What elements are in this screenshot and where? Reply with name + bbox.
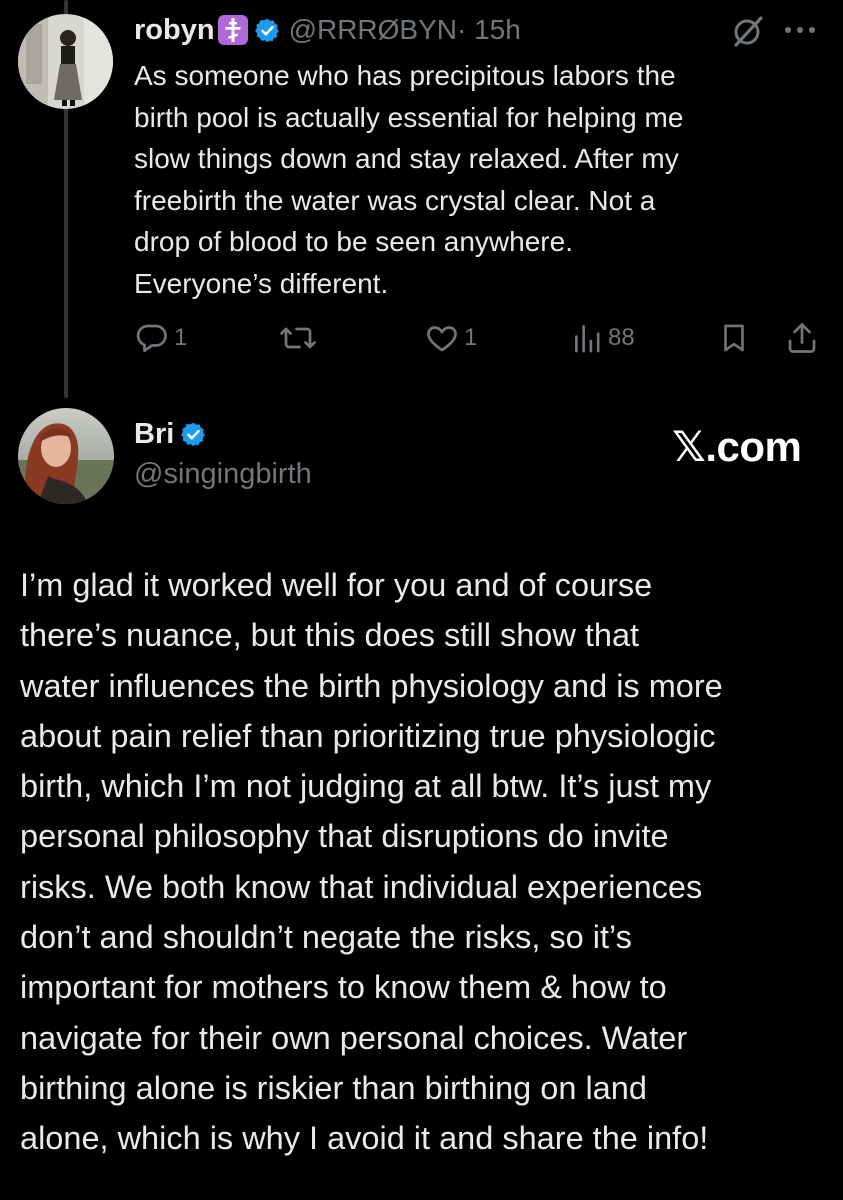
retweet-button[interactable] [278, 320, 322, 356]
reply-count: 1 [174, 324, 188, 351]
tweet-text-line: As someone who has precipitous labors th… [134, 60, 676, 91]
tweet-text-line: personal philosophy that disruptions do … [20, 818, 669, 855]
retweet-icon [278, 320, 318, 356]
tweet-text-line: birth pool is actually essential for hel… [134, 101, 684, 133]
tweet-text-line: freebirth the water was crystal clear. N… [134, 184, 656, 216]
tweet-text-line: there’s nuance, but this does still show… [20, 617, 640, 654]
grok-icon[interactable] [732, 15, 764, 47]
tweet-text-line: navigate for their own personal choices.… [20, 1019, 688, 1056]
x-com-watermark: 𝕏.com [672, 423, 802, 470]
verified-badge-icon [254, 17, 281, 44]
tweet-text-line: I’m glad it worked well for you and of c… [20, 567, 653, 603]
views-count: 88 [608, 324, 635, 351]
reply-button[interactable]: 1 [134, 320, 187, 356]
tweet-text-line: alone, which is why I avoid it and share… [20, 1120, 709, 1157]
author-handle[interactable]: @RRRØBYN [289, 14, 457, 46]
views-button[interactable]: 88 [572, 320, 635, 356]
tweet-text-line: drop of blood to be seen anywhere. [134, 226, 573, 257]
tweet-text: As someone who has precipitous labors th… [134, 55, 814, 304]
tweet-text: I’m glad it worked well for you and of c… [20, 560, 835, 1164]
author-name[interactable]: robyn [134, 14, 215, 47]
tweet-text-line: important for mothers to know them & how… [20, 969, 667, 1006]
tweet-text-line: birth, which I’m not judging at all btw.… [20, 768, 712, 805]
tweet-action-bar: 1 1 88 [0, 320, 843, 360]
like-button[interactable]: 1 [424, 320, 477, 356]
tweet-text-line: about pain relief than prioritizing true… [20, 717, 716, 754]
like-count: 1 [464, 324, 478, 351]
views-icon [572, 320, 604, 356]
orthodox-cross-emoji-icon [217, 15, 248, 45]
tweet-time[interactable]: · 15h [457, 14, 521, 46]
avatar[interactable] [18, 14, 113, 109]
share-button[interactable] [784, 320, 820, 356]
tweet-text-line: Everyone’s different. [134, 267, 389, 299]
tweet-text-line: birthing alone is riskier than birthing … [20, 1069, 647, 1106]
share-icon [784, 320, 820, 356]
avatar[interactable] [18, 408, 114, 504]
tweet-header: Bri [134, 418, 207, 451]
author-handle[interactable]: @singingbirth [134, 458, 312, 491]
bookmark-icon [717, 320, 751, 356]
tweet-text-line: slow things down and stay relaxed. After… [134, 143, 679, 174]
tweet-text-line: don’t and shouldn’t negate the risks, so… [20, 919, 632, 956]
reply-icon [134, 320, 170, 356]
verified-badge-icon [180, 421, 207, 448]
author-name[interactable]: Bri [134, 418, 174, 451]
more-dots-icon[interactable] [778, 22, 822, 38]
tweet-text-line: risks. We both know that individual expe… [20, 868, 703, 905]
tweet-header: robyn @RRRØBYN · 15h [134, 10, 521, 50]
bookmark-button[interactable] [717, 320, 751, 356]
tweet-text-line: water influences the birth physiology an… [20, 667, 723, 704]
heart-icon [424, 320, 460, 356]
